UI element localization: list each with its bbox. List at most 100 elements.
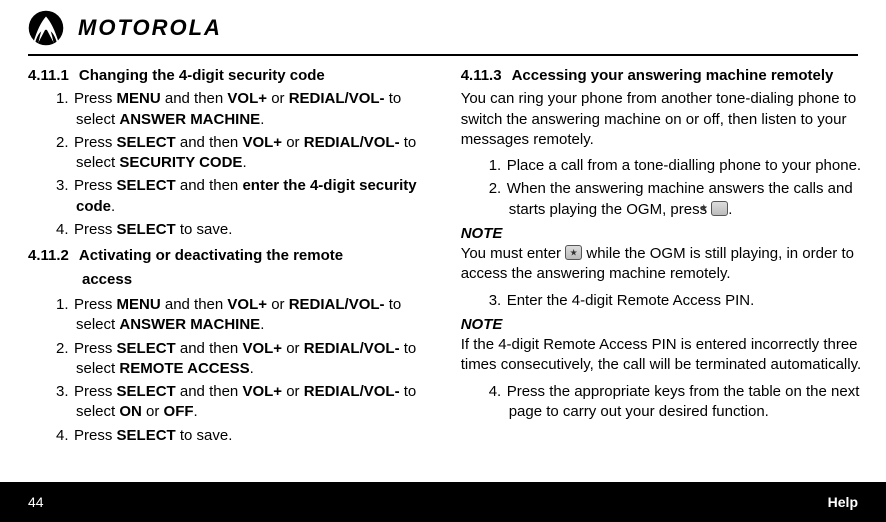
text: MENU (117, 296, 161, 313)
list-item: 1.Press MENU and then VOL+ or REDIAL/VOL… (42, 89, 435, 130)
text: VOL+ (227, 296, 267, 313)
text: REDIAL/VOL- (304, 134, 400, 151)
heading-title-line2: access (82, 268, 435, 292)
step-number: 2. (489, 179, 507, 199)
text: or (267, 296, 289, 313)
list-item: 1.Place a call from a tone-dialling phon… (475, 156, 868, 176)
text: and then (176, 340, 243, 357)
motorola-logo-icon (28, 10, 64, 46)
text: REDIAL/VOL- (304, 340, 400, 357)
text: SELECT (117, 340, 176, 357)
text: and then (161, 296, 228, 313)
note-heading: NOTE (461, 316, 503, 333)
text: . (250, 360, 254, 377)
text: OFF (164, 403, 194, 420)
section-4-11-1-heading: 4.11.1 Changing the 4-digit security code (28, 66, 435, 86)
text: . (260, 111, 264, 128)
heading-title: Changing the 4-digit security code (79, 67, 325, 84)
steps-4-11-2: 1. Press MENU and then VOL+ or REDIAL/VOL… (28, 295, 435, 446)
list-item: 3.Press SELECT and then enter the 4-digi… (42, 176, 435, 217)
text: and then (176, 134, 243, 151)
section-4-11-2-heading: 4.11.2Activating or deactivating the rem… (28, 244, 435, 292)
step-number: 4. (56, 426, 74, 446)
text: and then (161, 90, 228, 107)
text: Press (74, 383, 117, 400)
footer: 44 Help (0, 482, 886, 522)
text: REDIAL/VOL- (304, 383, 400, 400)
text: Press (74, 340, 117, 357)
text: You must enter (461, 245, 566, 262)
heading-number: 4.11.1 (28, 66, 69, 86)
heading-number: 4.11.2 (28, 244, 69, 268)
text: ANSWER MACHINE (119, 316, 260, 333)
footer-title: Help (828, 494, 858, 510)
note-heading: NOTE (461, 225, 503, 242)
step-number: 4. (489, 382, 507, 402)
steps-4-11-3-b: 3.Enter the 4-digit Remote Access PIN. (461, 291, 868, 311)
step-number: 3. (56, 176, 74, 196)
step-number: 1. (56, 295, 74, 315)
text: Place a call from a tone-dialling phone … (507, 157, 861, 174)
text: When the answering machine answers the c… (507, 180, 853, 217)
steps-4-11-3-a: 1.Place a call from a tone-dialling phon… (461, 156, 868, 220)
text: VOL+ (227, 90, 267, 107)
brand-text: MOTOROLA (78, 15, 222, 41)
star-key-icon (711, 201, 728, 216)
list-item: 4.Press SELECT to save. (42, 426, 435, 446)
text: SECURITY CODE (119, 154, 242, 171)
step-number: 3. (56, 382, 74, 402)
text: REDIAL/VOL- (289, 90, 385, 107)
text: SELECT (117, 221, 176, 238)
text: or (142, 403, 164, 420)
star-key-icon (565, 245, 582, 260)
page-number: 44 (28, 494, 44, 510)
text: . (260, 316, 264, 333)
text: . (111, 198, 115, 215)
heading-title: Accessing your answering machine remotel… (512, 67, 834, 84)
heading-number: 4.11.3 (461, 66, 502, 86)
note-2: NOTE If the 4-digit Remote Access PIN is… (461, 315, 868, 376)
step-number: 3. (489, 291, 507, 311)
list-item: 2.Press SELECT and then VOL+ or REDIAL/V… (42, 339, 435, 380)
right-column: 4.11.3 Accessing your answering machine r… (461, 64, 868, 450)
text: to save. (176, 427, 233, 444)
text: Press (74, 134, 117, 151)
text: . (242, 154, 246, 171)
text: . (728, 201, 732, 218)
text: Press (74, 177, 117, 194)
text: MENU (117, 90, 161, 107)
header: MOTOROLA (28, 10, 858, 56)
text: to save. (176, 221, 233, 238)
text: and then (176, 177, 243, 194)
intro-paragraph: You can ring your phone from another ton… (461, 89, 868, 150)
step-number: 2. (56, 339, 74, 359)
list-item: 3.Enter the 4-digit Remote Access PIN. (475, 291, 868, 311)
list-item: 4.Press the appropriate keys from the ta… (475, 382, 868, 423)
left-column: 4.11.1 Changing the 4-digit security code… (28, 64, 435, 450)
text: Press (74, 90, 117, 107)
text: and then (176, 383, 243, 400)
text: Press (74, 427, 117, 444)
list-item: 3.Press SELECT and then VOL+ or REDIAL/V… (42, 382, 435, 423)
text: Enter the 4-digit Remote Access PIN. (507, 292, 755, 309)
step-number: 1. (489, 156, 507, 176)
text: REDIAL/VOL- (289, 296, 385, 313)
text: VOL+ (242, 340, 282, 357)
list-item: 1.Press MENU and then VOL+ or REDIAL/VOL… (42, 295, 435, 336)
text: ON (119, 403, 142, 420)
text: SELECT (117, 134, 176, 151)
text: VOL+ (242, 134, 282, 151)
list-item: 4.Press SELECT to save. (42, 220, 435, 240)
list-item: 2.When the answering machine answers the… (475, 179, 868, 220)
list-item: 2.Press SELECT and then VOL+ or REDIAL/V… (42, 133, 435, 174)
text: or (267, 90, 289, 107)
text: ANSWER MACHINE (119, 111, 260, 128)
step-number: 4. (56, 220, 74, 240)
text: . (194, 403, 198, 420)
text: SELECT (117, 383, 176, 400)
text: If the 4-digit Remote Access PIN is ente… (461, 336, 861, 373)
text: SELECT (117, 177, 176, 194)
text: or (282, 134, 304, 151)
text: Press (74, 221, 117, 238)
text: VOL+ (242, 383, 282, 400)
